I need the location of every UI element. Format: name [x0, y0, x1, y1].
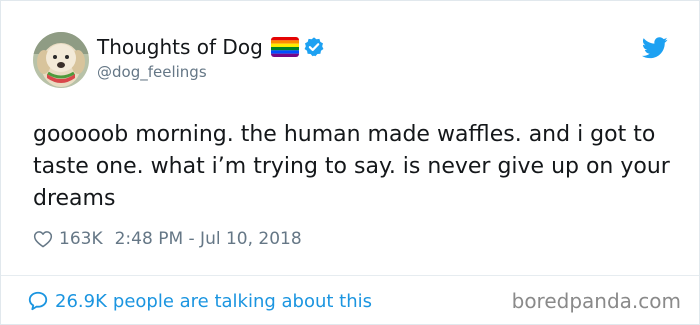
divider: [1, 275, 699, 276]
boredpanda-watermark: boredpanda.com: [511, 289, 681, 313]
twitter-bird-icon[interactable]: [642, 37, 668, 59]
author-display-name[interactable]: Thoughts of Dog: [97, 34, 263, 60]
verified-badge-icon: [304, 37, 324, 57]
tweet-card: Thoughts of Dog @dog_feelings gooooob mo…: [0, 0, 700, 325]
rainbow-flag-icon: [270, 37, 299, 57]
author-name-row: Thoughts of Dog: [97, 34, 325, 60]
author-handle[interactable]: @dog_feelings: [97, 62, 207, 82]
conversation-link[interactable]: 26.9K people are talking about this: [27, 289, 372, 313]
tweet-timestamp[interactable]: 2:48 PM - Jul 10, 2018: [115, 229, 302, 249]
author-avatar[interactable]: [33, 32, 89, 88]
heart-icon[interactable]: [33, 229, 53, 249]
dog-avatar-icon: [33, 32, 89, 88]
tweet-text: gooooob morning. the human made waffles.…: [33, 122, 670, 211]
talk-count: 26.9K: [55, 290, 107, 312]
like-count: 163K: [59, 229, 103, 249]
tweet-meta: 163K 2:48 PM - Jul 10, 2018: [33, 227, 302, 251]
talk-label: people are talking about this: [112, 290, 373, 312]
speech-bubble-icon: [28, 291, 48, 311]
